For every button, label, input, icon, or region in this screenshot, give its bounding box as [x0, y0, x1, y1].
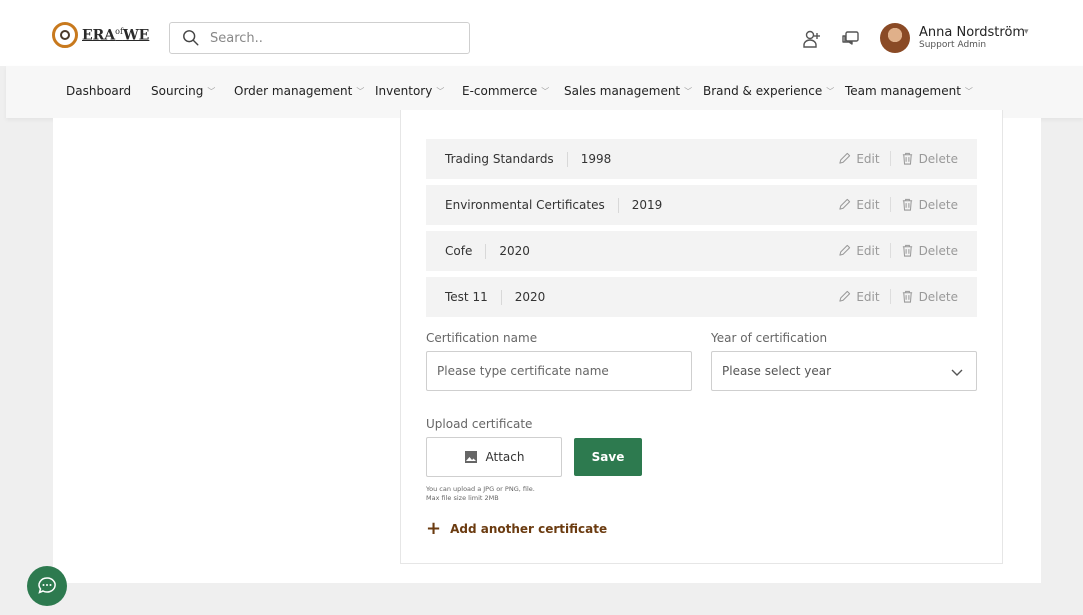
- certificate-name: Environmental Certificates: [426, 197, 619, 213]
- messages-button[interactable]: [839, 28, 861, 50]
- chevron-down-icon: ﹀: [684, 86, 693, 96]
- add-user-button[interactable]: [801, 28, 823, 50]
- certificate-row: Trading Standards 1998 Edit Delete: [426, 139, 977, 179]
- year-label: Year of certification: [711, 331, 828, 345]
- add-user-icon: [803, 30, 820, 48]
- certificate-name: Cofe: [426, 243, 487, 259]
- edit-button[interactable]: Edit: [838, 152, 880, 166]
- chevron-down-icon: ﹀: [207, 86, 216, 96]
- divider: [889, 197, 891, 212]
- nav-item-ecommerce[interactable]: E-commerce ﹀: [462, 84, 549, 98]
- chevron-down-icon[interactable]: ▾: [1024, 27, 1029, 37]
- pencil-icon: [839, 198, 851, 210]
- edit-button[interactable]: Edit: [838, 290, 880, 304]
- certificate-name: Trading Standards: [426, 151, 568, 167]
- edit-button[interactable]: Edit: [838, 198, 880, 212]
- cert-name-label: Certification name: [426, 331, 538, 345]
- chevron-down-icon: ﹀: [826, 86, 835, 96]
- trash-icon: [902, 244, 912, 257]
- user-name[interactable]: Anna Nordström: [919, 25, 1025, 40]
- divider: [889, 151, 891, 166]
- chevron-down-icon: ﹀: [436, 86, 445, 96]
- avatar[interactable]: [880, 23, 910, 53]
- nav-item-sourcing[interactable]: Sourcing ﹀: [151, 84, 215, 98]
- certificate-row: Test 11 2020 Edit Delete: [426, 277, 977, 317]
- chevron-down-icon: ﹀: [964, 86, 973, 96]
- trash-icon: [902, 152, 912, 165]
- cert-name-input[interactable]: [427, 352, 691, 390]
- attach-label: Attach: [485, 450, 525, 464]
- upload-hint: You can upload a JPG or PNG, file.: [426, 485, 535, 493]
- certificate-year: 2019: [631, 198, 663, 212]
- logo-wordmark: ERAofWE: [82, 26, 150, 44]
- chat-bubbles-icon: [842, 31, 859, 45]
- certificate-row: Environmental Certificates 2019 Edit Del…: [426, 185, 977, 225]
- pencil-icon: [839, 152, 851, 164]
- divider: [889, 289, 891, 304]
- nav-item-sales-management[interactable]: Sales management ﹀: [564, 84, 692, 98]
- search-box[interactable]: [169, 22, 470, 54]
- attach-button[interactable]: Attach: [426, 437, 562, 477]
- delete-button[interactable]: Delete: [901, 290, 958, 304]
- nav-item-order-management[interactable]: Order management ﹀: [234, 84, 364, 98]
- nav-item-dashboard[interactable]: Dashboard: [66, 84, 131, 98]
- row-actions: Edit Delete: [838, 151, 958, 166]
- save-button[interactable]: Save: [574, 438, 642, 476]
- row-actions: Edit Delete: [838, 289, 958, 304]
- delete-button[interactable]: Delete: [901, 198, 958, 212]
- cert-name-field[interactable]: [426, 351, 692, 391]
- chat-support-button[interactable]: [27, 566, 67, 606]
- edit-button[interactable]: Edit: [838, 244, 880, 258]
- trash-icon: [902, 290, 912, 303]
- year-select-value: Please select year: [722, 364, 831, 378]
- nav-item-brand-experience[interactable]: Brand & experience ﹀: [703, 84, 834, 98]
- user-role: Support Admin: [919, 40, 987, 50]
- certificate-year: 1998: [580, 152, 612, 166]
- upload-size-hint: Max file size limit 2MB: [426, 494, 499, 502]
- chevron-down-icon: ﹀: [356, 86, 365, 96]
- delete-button[interactable]: Delete: [901, 152, 958, 166]
- nav-item-inventory[interactable]: Inventory ﹀: [375, 84, 444, 98]
- certificate-year: 2020: [514, 290, 546, 304]
- divider: [889, 243, 891, 258]
- certificate-row: Cofe 2020 Edit Delete: [426, 231, 977, 271]
- top-bar: ERAofWE Anna Nordström Support Admin ▾: [0, 0, 1083, 66]
- row-actions: Edit Delete: [838, 243, 958, 258]
- certificate-name: Test 11: [426, 289, 502, 305]
- image-icon: [464, 451, 477, 463]
- add-certificate-label: Add another certificate: [450, 522, 608, 536]
- plus-icon: +: [426, 518, 442, 539]
- chevron-down-icon: ﹀: [541, 86, 550, 96]
- pencil-icon: [839, 290, 851, 302]
- delete-button[interactable]: Delete: [901, 244, 958, 258]
- pencil-icon: [839, 244, 851, 256]
- chevron-down-icon: [951, 369, 963, 376]
- trash-icon: [902, 198, 912, 211]
- search-icon: [183, 30, 199, 46]
- nav-item-team-management[interactable]: Team management ﹀: [845, 84, 973, 98]
- certificate-year: 2020: [499, 244, 530, 258]
- brand-logo[interactable]: ERAofWE: [52, 22, 149, 48]
- logo-mark-icon: [52, 22, 78, 48]
- chat-icon: [38, 577, 56, 594]
- row-actions: Edit Delete: [838, 197, 958, 212]
- upload-label: Upload certificate: [426, 417, 533, 431]
- add-certificate-button[interactable]: + Add another certificate: [426, 518, 608, 539]
- year-select[interactable]: Please select year: [711, 351, 977, 391]
- search-input[interactable]: [210, 30, 450, 46]
